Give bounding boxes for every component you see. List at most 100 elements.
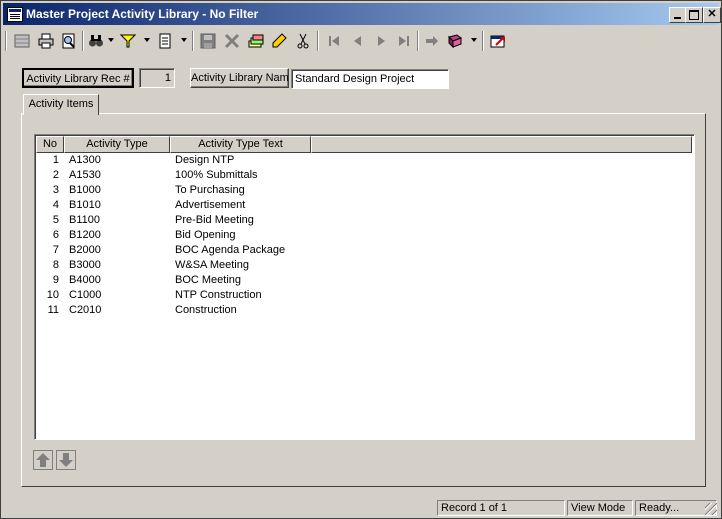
move-up-icon xyxy=(33,450,53,470)
cell-no: 2 xyxy=(52,169,59,181)
cell-activity-type: B1010 xyxy=(69,199,101,211)
app-window: Master Project Activity Library - No Fil… xyxy=(0,0,722,519)
tab-activity-items[interactable]: Activity Items xyxy=(23,94,99,115)
last-record-button[interactable] xyxy=(393,30,415,52)
table-row[interactable]: 2 A1530 100% Submittals xyxy=(35,168,692,183)
print-preview-button[interactable] xyxy=(58,30,80,52)
grid-view-button[interactable] xyxy=(11,30,33,52)
delete-icon xyxy=(224,33,240,49)
cell-activity-type: A1300 xyxy=(69,154,101,166)
report-icon xyxy=(159,33,171,49)
cell-activity-type: C2010 xyxy=(69,304,102,316)
cell-activity-type: B2000 xyxy=(69,244,101,256)
filter-icon xyxy=(119,34,137,48)
activity-items-grid[interactable]: No Activity Type Activity Type Text 1 A13… xyxy=(34,134,695,440)
window-title: Master Project Activity Library - No Fil… xyxy=(26,7,259,21)
table-row[interactable]: 5 B1100 Pre-Bid Meeting xyxy=(35,213,692,228)
cut-button[interactable] xyxy=(292,30,314,52)
cell-no: 8 xyxy=(52,259,59,271)
cell-no: 3 xyxy=(52,184,59,196)
table-row[interactable]: 11 C2010 Construction xyxy=(35,303,692,318)
cell-activity-type: B1000 xyxy=(69,184,101,196)
app-icon xyxy=(7,7,23,22)
activity-library-name-button[interactable]: Activity Library Name xyxy=(190,68,289,88)
cell-activity-type-text: W&SA Meeting xyxy=(175,259,249,271)
table-row[interactable]: 9 B4000 BOC Meeting xyxy=(35,273,692,288)
status-mode: View Mode xyxy=(567,500,633,516)
column-header-activity-type[interactable]: Activity Type xyxy=(64,136,170,153)
cell-no: 6 xyxy=(52,229,59,241)
cell-no: 4 xyxy=(52,199,59,211)
cell-no: 9 xyxy=(52,274,59,286)
status-record: Record 1 of 1 xyxy=(437,500,565,516)
last-record-icon xyxy=(399,36,409,46)
print-preview-icon xyxy=(62,33,75,49)
status-bar: Record 1 of 1 View Mode Ready... xyxy=(3,499,719,517)
cell-no: 1 xyxy=(52,154,59,166)
add-icon xyxy=(248,34,264,48)
table-row[interactable]: 3 B1000 To Purchasing xyxy=(35,183,692,198)
cell-activity-type: B1100 xyxy=(69,214,100,226)
column-header-no[interactable]: No xyxy=(36,136,64,153)
activity-library-rec-field: 1 xyxy=(139,68,175,88)
cell-activity-type-text: NTP Construction xyxy=(175,289,262,301)
find-button[interactable] xyxy=(85,30,107,52)
title-bar: Master Project Activity Library - No Fil… xyxy=(3,3,721,25)
cell-activity-type-text: 100% Submittals xyxy=(175,169,258,181)
cell-activity-type-text: Design NTP xyxy=(175,154,235,166)
cell-activity-type-text: Construction xyxy=(175,304,237,316)
cell-activity-type-text: To Purchasing xyxy=(175,184,245,196)
move-down-button[interactable] xyxy=(56,450,76,470)
add-button[interactable] xyxy=(245,30,267,52)
save-icon xyxy=(200,33,216,49)
activity-library-name-field[interactable]: Standard Design Project xyxy=(291,69,449,89)
next-record-button[interactable] xyxy=(370,30,392,52)
cell-no: 11 xyxy=(47,304,59,316)
move-down-icon xyxy=(56,450,76,470)
cell-no: 7 xyxy=(52,244,59,256)
go-button[interactable] xyxy=(421,30,443,52)
first-record-button[interactable] xyxy=(323,30,345,52)
cell-activity-type: C1000 xyxy=(69,289,102,301)
filter-dropdown[interactable] xyxy=(144,38,150,42)
book-button[interactable] xyxy=(444,30,466,52)
book-icon xyxy=(448,34,463,49)
column-header-activity-type-text[interactable]: Activity Type Text xyxy=(170,136,311,153)
close-button[interactable]: ✕ xyxy=(703,7,721,23)
edit-icon xyxy=(272,33,287,48)
cell-activity-type: A1530 xyxy=(69,169,101,181)
cell-activity-type-text: Advertisement xyxy=(175,199,246,211)
cell-no: 5 xyxy=(52,214,59,226)
cell-activity-type-text: BOC Meeting xyxy=(175,274,242,286)
exit-button[interactable] xyxy=(487,30,509,52)
report-button[interactable] xyxy=(154,30,176,52)
table-row[interactable]: 1 A1300 Design NTP xyxy=(35,153,692,168)
delete-button[interactable] xyxy=(221,30,243,52)
cell-activity-type-text: BOC Agenda Package xyxy=(175,244,286,256)
cut-icon xyxy=(297,33,309,49)
book-dropdown[interactable] xyxy=(471,38,477,42)
maximize-button[interactable] xyxy=(685,7,703,23)
edit-button[interactable] xyxy=(268,30,290,52)
table-row[interactable]: 6 B1200 Bid Opening xyxy=(35,228,692,243)
first-record-icon xyxy=(329,36,339,46)
print-icon xyxy=(38,33,54,49)
save-button[interactable] xyxy=(197,30,219,52)
resize-grip[interactable] xyxy=(705,503,717,515)
table-row[interactable]: 4 B1010 Advertisement xyxy=(35,198,692,213)
find-dropdown[interactable] xyxy=(108,38,114,42)
report-dropdown[interactable] xyxy=(181,38,187,42)
go-icon xyxy=(426,36,438,46)
move-up-button[interactable] xyxy=(33,450,53,470)
cell-activity-type-text: Bid Opening xyxy=(175,229,236,241)
next-record-icon xyxy=(378,36,385,46)
print-button[interactable] xyxy=(35,30,57,52)
table-row[interactable]: 8 B3000 W&SA Meeting xyxy=(35,258,692,273)
filter-button[interactable] xyxy=(117,30,139,52)
cell-activity-type-text: Pre-Bid Meeting xyxy=(175,214,254,226)
activity-library-rec-button[interactable]: Activity Library Rec # xyxy=(22,68,134,88)
table-row[interactable]: 7 B2000 BOC Agenda Package xyxy=(35,243,692,258)
table-row[interactable]: 10 C1000 NTP Construction xyxy=(35,288,692,303)
previous-record-button[interactable] xyxy=(347,30,369,52)
cell-activity-type: B1200 xyxy=(69,229,101,241)
